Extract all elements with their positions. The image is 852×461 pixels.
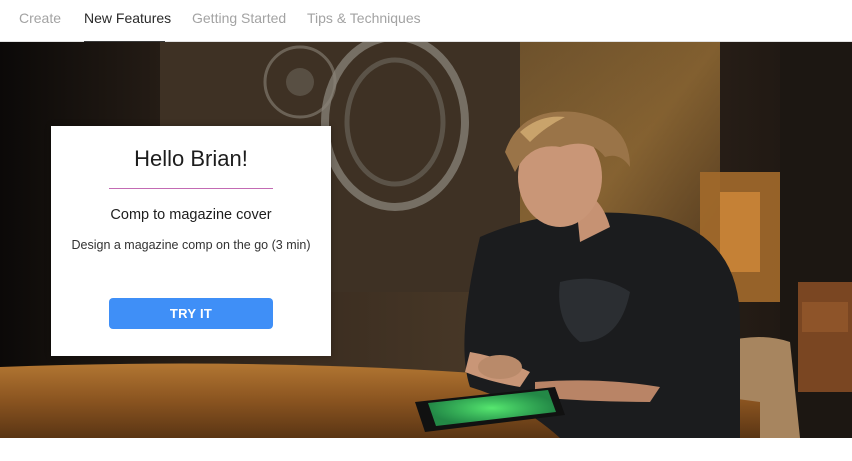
tab-create[interactable]: Create bbox=[19, 0, 61, 42]
tab-tips-techniques[interactable]: Tips & Techniques bbox=[307, 0, 421, 42]
card-description: Design a magazine comp on the go (3 min) bbox=[71, 238, 311, 252]
tab-getting-started[interactable]: Getting Started bbox=[192, 0, 286, 42]
welcome-card: Hello Brian! Comp to magazine cover Desi… bbox=[51, 126, 331, 356]
card-divider bbox=[109, 188, 273, 189]
card-title: Hello Brian! bbox=[134, 146, 248, 171]
bottom-area bbox=[0, 438, 852, 461]
try-it-button[interactable]: TRY IT bbox=[109, 298, 273, 329]
tab-new-features[interactable]: New Features bbox=[84, 0, 171, 43]
top-nav: Create New Features Getting Started Tips… bbox=[0, 0, 852, 43]
card-subtitle: Comp to magazine cover bbox=[110, 207, 272, 223]
